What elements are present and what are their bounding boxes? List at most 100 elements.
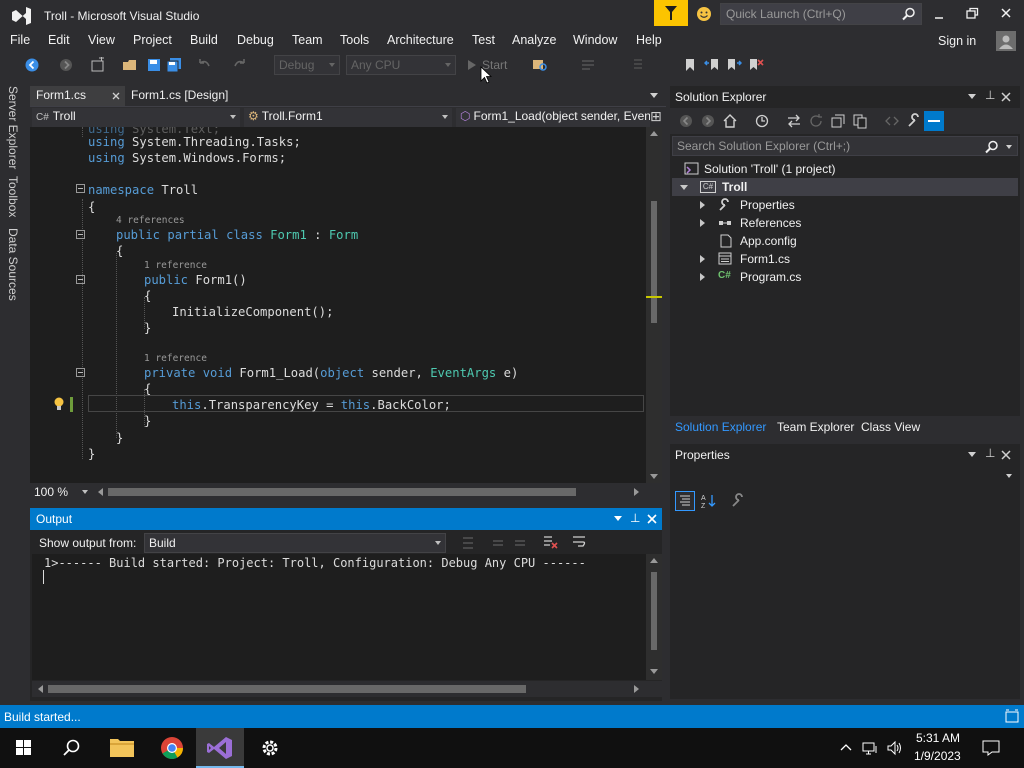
pin-icon[interactable]: ⊥ (630, 511, 640, 525)
menu-file[interactable]: File (10, 33, 30, 47)
output-horizontal-scrollbar[interactable] (32, 681, 662, 697)
solution-search-input[interactable]: Search Solution Explorer (Ctrl+;) (672, 136, 1018, 156)
search-icon[interactable] (985, 140, 999, 154)
fold-toggle-constructor[interactable] (76, 275, 85, 284)
document-overflow-icon[interactable] (650, 93, 658, 98)
notification-flag-icon[interactable] (654, 0, 688, 26)
close-panel-icon[interactable] (1000, 91, 1012, 103)
property-pages-icon[interactable] (730, 493, 746, 509)
collapse-all-icon[interactable] (830, 113, 846, 129)
collapse-icon[interactable] (680, 185, 688, 190)
member-dropdown[interactable]: ⬡Form1_Load(object sender, EventArgs e) (456, 108, 650, 127)
server-explorer-tab[interactable]: Server Explorer (6, 86, 20, 169)
new-project-icon[interactable] (90, 57, 106, 73)
toolbox-tab[interactable]: Toolbox (6, 176, 20, 217)
zoom-level-select[interactable]: 100 % (34, 485, 94, 499)
decrease-indent-icon[interactable] (628, 57, 644, 73)
refresh-icon[interactable] (808, 113, 824, 129)
find-in-files-icon[interactable] (532, 57, 548, 73)
close-button[interactable] (996, 4, 1016, 24)
sync-icon[interactable] (786, 113, 802, 129)
tab-team-explorer[interactable]: Team Explorer (777, 420, 854, 434)
properties-object-select[interactable] (672, 466, 1018, 486)
output-source-select[interactable]: Build (144, 533, 446, 553)
bookmark-icon[interactable] (682, 57, 698, 73)
go-to-next-message-icon[interactable] (490, 535, 506, 551)
clear-all-icon[interactable] (542, 534, 558, 550)
editor-horizontal-scroll-thumb[interactable] (108, 488, 576, 496)
comment-out-icon[interactable] (580, 57, 596, 73)
categorized-button[interactable] (675, 491, 695, 511)
menu-window[interactable]: Window (573, 33, 617, 47)
open-file-icon[interactable] (122, 57, 138, 73)
expand-icon[interactable] (700, 201, 705, 209)
navigate-forward-icon[interactable] (58, 57, 74, 73)
close-tab-icon[interactable] (111, 91, 121, 101)
clock-time[interactable]: 5:31 AM (916, 731, 960, 745)
code-editor[interactable]: using System.Text; using System.Threadin… (30, 127, 646, 483)
previous-bookmark-icon[interactable] (704, 57, 720, 73)
view-code-icon[interactable] (884, 113, 900, 129)
output-vertical-scrollbar[interactable] (646, 554, 662, 680)
home-icon[interactable] (722, 113, 738, 129)
menu-project[interactable]: Project (133, 33, 172, 47)
start-play-icon[interactable] (464, 57, 480, 73)
taskbar-settings[interactable] (246, 728, 294, 768)
find-message-icon[interactable] (512, 535, 528, 551)
sign-in-link[interactable]: Sign in (938, 34, 976, 48)
tab-class-view[interactable]: Class View (861, 420, 920, 434)
undo-icon[interactable] (196, 57, 212, 73)
expand-icon[interactable] (700, 219, 705, 227)
taskbar-chrome[interactable] (148, 728, 196, 768)
solution-platform-select[interactable]: Any CPU (346, 55, 456, 75)
menu-build[interactable]: Build (190, 33, 218, 47)
codelens-references[interactable]: 1 reference (144, 260, 207, 271)
split-editor-icon[interactable]: ⊞ (650, 108, 662, 125)
feedback-smiley-icon[interactable] (694, 4, 714, 24)
menu-analyze[interactable]: Analyze (512, 33, 556, 47)
expand-icon[interactable] (700, 273, 705, 281)
panel-dropdown-icon[interactable] (968, 452, 976, 457)
close-panel-icon[interactable] (1000, 449, 1012, 461)
type-dropdown[interactable]: ⚙ Troll.Form1 (244, 108, 452, 127)
menu-help[interactable]: Help (636, 33, 662, 47)
taskbar-search-button[interactable] (48, 728, 96, 768)
redo-icon[interactable] (232, 57, 248, 73)
menu-edit[interactable]: Edit (48, 33, 70, 47)
action-center-icon[interactable] (982, 739, 1000, 757)
taskbar-visual-studio[interactable] (196, 728, 244, 768)
restore-button[interactable] (962, 4, 982, 24)
expand-icon[interactable] (700, 255, 705, 263)
back-icon[interactable] (678, 113, 694, 129)
output-dropdown-icon[interactable] (614, 516, 622, 521)
tab-form1-cs[interactable]: Form1.cs (30, 86, 125, 106)
menu-team[interactable]: Team (292, 33, 323, 47)
fold-toggle-load-method[interactable] (76, 368, 85, 377)
network-icon[interactable] (862, 740, 880, 756)
solution-configuration-select[interactable]: Debug (274, 55, 340, 75)
codelens-references[interactable]: 4 references (116, 215, 185, 226)
tab-solution-explorer[interactable]: Solution Explorer (675, 420, 766, 434)
properties-wrench-icon[interactable] (906, 113, 922, 129)
fold-toggle-class[interactable] (76, 230, 85, 239)
menu-tools[interactable]: Tools (340, 33, 369, 47)
menu-architecture[interactable]: Architecture (387, 33, 454, 47)
menu-debug[interactable]: Debug (237, 33, 274, 47)
lightbulb-icon[interactable] (52, 396, 66, 412)
search-icon[interactable] (902, 7, 916, 21)
go-to-previous-message-icon[interactable] (460, 535, 476, 551)
project-dropdown[interactable]: C# Troll (32, 108, 240, 127)
close-output-icon[interactable] (646, 513, 658, 525)
alphabetical-icon[interactable]: AZ (700, 493, 716, 509)
clear-bookmarks-icon[interactable] (748, 57, 764, 73)
pin-icon[interactable]: ⊥ (985, 446, 995, 460)
volume-icon[interactable] (886, 740, 902, 756)
taskbar-file-explorer[interactable] (98, 728, 146, 768)
start-button[interactable] (0, 728, 48, 768)
toggle-word-wrap-icon[interactable] (571, 534, 587, 550)
account-avatar-icon[interactable] (996, 31, 1016, 51)
next-bookmark-icon[interactable] (726, 57, 742, 73)
notifications-icon[interactable] (1004, 708, 1020, 724)
panel-dropdown-icon[interactable] (968, 94, 976, 99)
output-text-area[interactable] (32, 554, 646, 680)
